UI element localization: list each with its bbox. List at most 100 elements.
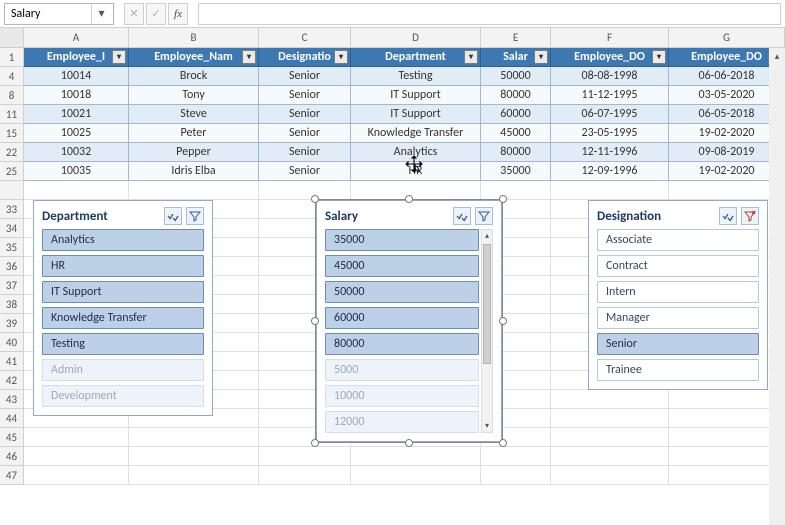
row-header[interactable]: 44 <box>0 409 24 428</box>
slicer-item[interactable]: Manager <box>597 307 759 329</box>
row-header[interactable]: 36 <box>0 257 24 276</box>
filter-dropdown-icon[interactable]: ▾ <box>534 50 548 64</box>
col-header[interactable]: C <box>259 28 351 47</box>
row-header[interactable]: 22 <box>0 143 24 162</box>
cell[interactable] <box>129 447 259 466</box>
row-header[interactable]: 15 <box>0 124 24 143</box>
cell[interactable] <box>551 428 669 447</box>
cell[interactable]: Idris Elba <box>129 162 259 181</box>
row-header[interactable]: 1 <box>0 48 24 67</box>
filter-dropdown-icon[interactable]: ▾ <box>464 50 478 64</box>
cell[interactable]: IT Support <box>351 86 481 105</box>
col-header[interactable]: E <box>481 28 551 47</box>
cell[interactable]: 10018 <box>24 86 129 105</box>
slicer-item[interactable]: Testing <box>42 333 204 355</box>
cell[interactable] <box>24 428 129 447</box>
row-header[interactable]: 41 <box>0 352 24 371</box>
row-header[interactable]: 42 <box>0 371 24 390</box>
slicer-item[interactable]: HR <box>42 255 204 277</box>
slicer-salary[interactable]: Salary 350004500050000600008000050001000… <box>316 200 502 442</box>
worksheet-grid[interactable]: 1Employee_I▾Employee_Nam▾Designatio▾Depa… <box>0 48 785 525</box>
row-header[interactable]: 33 <box>0 200 24 219</box>
cell[interactable] <box>351 447 481 466</box>
table-header-cell[interactable]: Department▾ <box>351 48 481 67</box>
cell[interactable]: Senior <box>259 67 351 86</box>
table-header-cell[interactable]: Employee_DO▾ <box>669 48 785 67</box>
slicer-designation[interactable]: Designation AssociateContractInternManag… <box>588 200 768 390</box>
cell[interactable] <box>481 181 551 200</box>
filter-dropdown-icon[interactable]: ▾ <box>652 50 666 64</box>
name-box-dropdown-icon[interactable]: ▾ <box>91 4 111 24</box>
cell[interactable] <box>129 466 259 485</box>
cell[interactable]: 80000 <box>481 143 551 162</box>
slicer-item[interactable]: Senior <box>597 333 759 355</box>
cell[interactable]: 09-08-2019 <box>669 143 785 162</box>
cell[interactable] <box>551 181 669 200</box>
row-header[interactable]: 43 <box>0 390 24 409</box>
slicer-item[interactable]: 35000 <box>325 229 479 251</box>
col-header[interactable]: F <box>551 28 669 47</box>
cell[interactable]: 50000 <box>481 67 551 86</box>
cell[interactable] <box>129 181 259 200</box>
row-header[interactable]: 8 <box>0 86 24 105</box>
slicer-item[interactable]: Contract <box>597 255 759 277</box>
cell[interactable]: 10032 <box>24 143 129 162</box>
row-header[interactable]: 40 <box>0 333 24 352</box>
name-box[interactable]: ▾ <box>4 3 114 25</box>
cell[interactable] <box>669 409 785 428</box>
cell[interactable] <box>259 447 351 466</box>
slicer-item[interactable]: Intern <box>597 281 759 303</box>
cell[interactable]: 10021 <box>24 105 129 124</box>
col-header[interactable]: D <box>351 28 481 47</box>
row-header[interactable] <box>0 181 24 200</box>
table-header-cell[interactable]: Employee_DO▾ <box>551 48 669 67</box>
name-box-input[interactable] <box>5 4 91 24</box>
cell[interactable]: Senior <box>259 143 351 162</box>
slicer-item[interactable]: Associate <box>597 229 759 251</box>
cell[interactable] <box>551 447 669 466</box>
cell[interactable] <box>551 409 669 428</box>
cell[interactable] <box>351 466 481 485</box>
cell[interactable]: 06-05-2018 <box>669 105 785 124</box>
row-header[interactable]: 38 <box>0 295 24 314</box>
cell[interactable]: 45000 <box>481 124 551 143</box>
slicer-item[interactable]: Knowledge Transfer <box>42 307 204 329</box>
multi-select-button[interactable] <box>164 207 182 225</box>
cell[interactable] <box>551 390 669 409</box>
filter-dropdown-icon[interactable]: ▾ <box>334 50 348 64</box>
cell[interactable]: 06-06-2018 <box>669 67 785 86</box>
clear-filter-button[interactable] <box>475 207 493 225</box>
cell[interactable]: Peter <box>129 124 259 143</box>
cell[interactable]: 19-02-2020 <box>669 162 785 181</box>
select-all-cell[interactable] <box>0 28 24 47</box>
slicer-item[interactable]: Development <box>42 385 204 407</box>
cell[interactable]: Senior <box>259 105 351 124</box>
cell[interactable] <box>24 181 129 200</box>
formula-cancel-button[interactable]: ✕ <box>124 3 144 25</box>
insert-function-button[interactable]: fx <box>168 3 188 25</box>
cell[interactable]: Pepper <box>129 143 259 162</box>
cell[interactable]: 11-12-1995 <box>551 86 669 105</box>
cell[interactable]: 10025 <box>24 124 129 143</box>
cell[interactable]: 80000 <box>481 86 551 105</box>
cell[interactable]: IT Support <box>351 105 481 124</box>
slicer-department[interactable]: Department AnalyticsHRIT SupportKnowledg… <box>33 200 213 416</box>
row-header[interactable]: 37 <box>0 276 24 295</box>
cell[interactable] <box>259 181 351 200</box>
scroll-up-icon[interactable]: ▴ <box>485 230 489 242</box>
slicer-item[interactable]: 5000 <box>325 359 479 381</box>
cell[interactable]: Senior <box>259 162 351 181</box>
cell[interactable]: Steve <box>129 105 259 124</box>
slicer-item[interactable]: 50000 <box>325 281 479 303</box>
row-header[interactable]: 34 <box>0 219 24 238</box>
table-header-cell[interactable]: Employee_Nam▾ <box>129 48 259 67</box>
cell[interactable]: Senior <box>259 86 351 105</box>
cell[interactable]: 10014 <box>24 67 129 86</box>
slicer-item[interactable]: 12000 <box>325 411 479 433</box>
cell[interactable] <box>351 181 481 200</box>
scroll-down-icon[interactable]: ▾ <box>485 420 489 432</box>
cell[interactable]: Knowledge Transfer <box>351 124 481 143</box>
cell[interactable] <box>551 466 669 485</box>
cell[interactable]: Tony <box>129 86 259 105</box>
row-header[interactable]: 35 <box>0 238 24 257</box>
